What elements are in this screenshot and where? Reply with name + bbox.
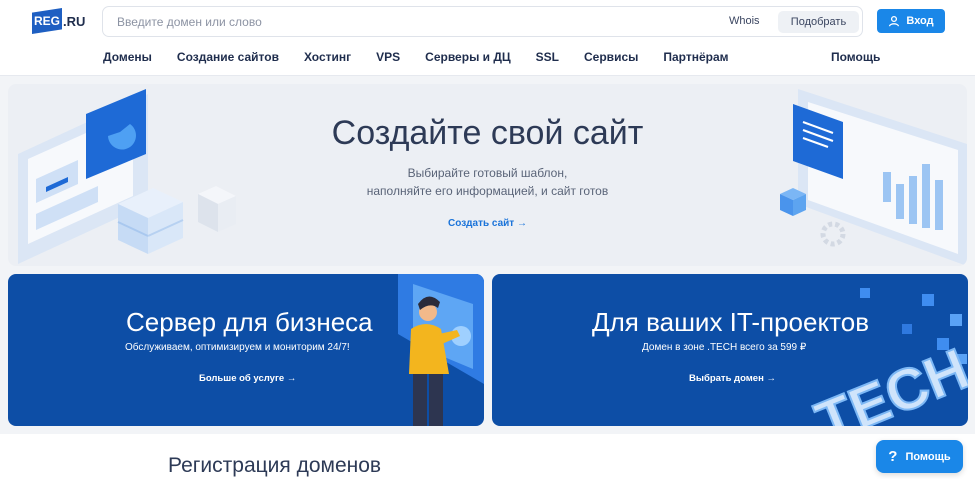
- hero-subtitle-line: наполняйте его информацией, и сайт готов: [366, 184, 609, 198]
- help-button-label: Помощь: [905, 450, 951, 463]
- server-card-link[interactable]: Больше об услуге →: [199, 373, 296, 384]
- server-card-subtitle: Обслуживаем, оптимизируем и мониторим 24…: [125, 342, 350, 353]
- engineer-illustration: [398, 274, 484, 426]
- main-nav: Домены Создание сайтов Хостинг VPS Серве…: [103, 50, 754, 64]
- tech-card-subtitle: Домен в зоне .TECH всего за 599 ₽: [642, 342, 807, 353]
- nav-item-servers[interactable]: Серверы и ДЦ: [425, 50, 511, 64]
- tech-domain-promo-card[interactable]: TECH Для ваших IT-проектов Домен в зоне …: [492, 274, 968, 426]
- tech-letters-illustration: TECH: [806, 288, 968, 426]
- hero-subtitle-line: Выбирайте готовый шаблон,: [407, 166, 568, 180]
- tech-card-title: Для ваших IT-проектов: [592, 307, 870, 337]
- create-site-link[interactable]: Создать сайт →: [8, 218, 967, 229]
- nav-item-hosting[interactable]: Хостинг: [304, 50, 351, 64]
- nav-item-services[interactable]: Сервисы: [584, 50, 638, 64]
- tech-card-link[interactable]: Выбрать домен →: [689, 373, 776, 384]
- pick-button[interactable]: Подобрать: [778, 11, 859, 33]
- whois-button[interactable]: Whois: [729, 15, 760, 27]
- login-label: Вход: [906, 15, 934, 27]
- nav-item-domains[interactable]: Домены: [103, 50, 152, 64]
- nav-item-partners[interactable]: Партнёрам: [663, 50, 728, 64]
- nav-item-ssl[interactable]: SSL: [536, 50, 559, 64]
- logo-text: .RU: [63, 13, 86, 29]
- logo-mark: REG: [32, 8, 62, 34]
- help-chat-button[interactable]: ? Помощь: [876, 440, 963, 473]
- hero-subtitle: Выбирайте готовый шаблон, наполняйте его…: [8, 164, 967, 200]
- section-title: Регистрация доменов: [168, 454, 382, 477]
- server-promo-card[interactable]: Сервер для бизнеса Обслуживаем, оптимизи…: [8, 274, 484, 426]
- hero-title: Создайте свой сайт: [331, 114, 644, 152]
- server-card-title: Сервер для бизнеса: [126, 307, 373, 337]
- logo[interactable]: REG .RU: [32, 8, 88, 34]
- question-icon: ?: [888, 448, 898, 465]
- login-button[interactable]: Вход: [877, 9, 945, 33]
- domain-registration-section: Регистрация доменов: [0, 434, 975, 479]
- hero-banner[interactable]: Создайте свой сайт Выбирайте готовый шаб…: [8, 84, 967, 266]
- nav-item-help[interactable]: Помощь: [831, 50, 880, 64]
- search-bar: Whois Подобрать: [102, 6, 863, 37]
- search-input[interactable]: [117, 13, 677, 31]
- nav-item-vps[interactable]: VPS: [376, 50, 400, 64]
- tech-art-text: TECH: [807, 336, 968, 426]
- user-icon: [889, 15, 900, 27]
- nav-item-site-builder[interactable]: Создание сайтов: [177, 50, 279, 64]
- site-header: REG .RU Whois Подобрать Вход Домены Созд…: [0, 0, 975, 76]
